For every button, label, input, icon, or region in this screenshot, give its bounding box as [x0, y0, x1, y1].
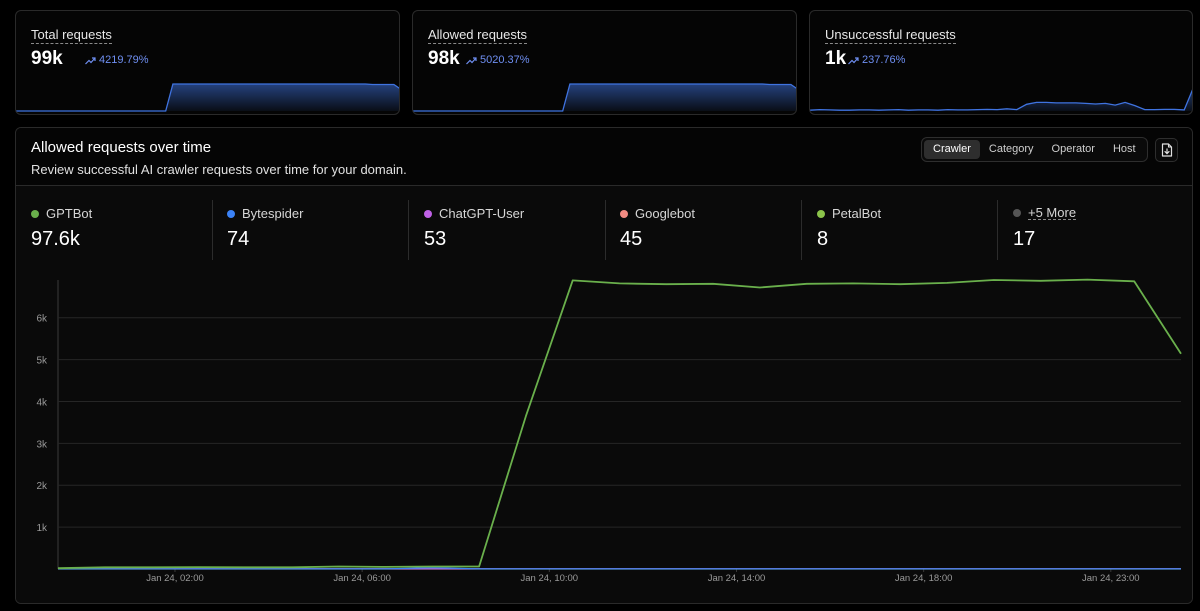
- legend-label: Googlebot: [635, 206, 695, 221]
- unsuccessful-requests-sparkline: [810, 89, 1192, 111]
- legend-divider: [605, 200, 606, 260]
- legend-divider: [408, 200, 409, 260]
- allowed-sparkline-area: [413, 84, 796, 111]
- total-requests-title[interactable]: Total requests: [31, 28, 112, 44]
- total-requests-sparkline: [16, 83, 399, 112]
- legend-value: 45: [620, 228, 643, 250]
- chart-subtitle: Review successful AI crawler requests ov…: [31, 162, 407, 177]
- chart-title: Allowed requests over time: [31, 139, 212, 156]
- x-tick-label: Jan 24, 02:00: [146, 573, 204, 584]
- legend-value: 8: [817, 228, 829, 250]
- legend-dot: [817, 209, 825, 218]
- total-requests-change: 4219.79%: [85, 54, 149, 66]
- legend-divider: [997, 200, 998, 260]
- legend-value: 53: [424, 228, 447, 250]
- legend-label: PetalBot: [832, 206, 882, 221]
- trend-up-icon: [848, 56, 859, 64]
- legend-value: 74: [227, 228, 250, 250]
- legend-label: ChatGPT-User: [439, 206, 525, 221]
- tab-category[interactable]: Category: [980, 140, 1043, 159]
- chart-body: 1k 2k 3k 4k 5k 6k Jan 24, 02:00 Jan 24, 06:00 Ja…: [16, 186, 1192, 603]
- download-file-icon: [1161, 143, 1172, 157]
- legend-value: 17: [1013, 228, 1036, 250]
- trend-up-icon: [85, 56, 96, 64]
- chart-header: Allowed requests over time Review succes…: [16, 128, 1192, 186]
- allowed-requests-over-time-card: Allowed requests over time Review succes…: [15, 127, 1193, 604]
- more-crawlers-link[interactable]: +5 More: [1028, 206, 1077, 220]
- x-tick-label: Jan 24, 10:00: [521, 573, 579, 584]
- total-sparkline-area: [16, 84, 399, 111]
- unsuccessful-sparkline-area: [810, 91, 1192, 111]
- tab-host[interactable]: Host: [1104, 140, 1145, 159]
- legend-label: GPTBot: [46, 206, 93, 221]
- allowed-requests-sparkline: [413, 83, 796, 112]
- download-button[interactable]: [1155, 138, 1178, 162]
- legend-label: Bytespider: [242, 206, 304, 221]
- allowed-requests-title[interactable]: Allowed requests: [428, 28, 527, 44]
- y-tick-label: 4k: [36, 397, 48, 408]
- allowed-requests-change-text: 5020.37%: [480, 54, 530, 66]
- y-tick-label: 1k: [36, 523, 48, 534]
- unsuccessful-requests-card: Unsuccessful requests 1k 237.76%: [809, 10, 1193, 115]
- unsuccessful-requests-title[interactable]: Unsuccessful requests: [825, 28, 956, 44]
- legend-dot: [31, 209, 39, 218]
- y-tick-label: 3k: [36, 439, 48, 450]
- total-requests-card: Total requests 99k 4219.79%: [15, 10, 400, 115]
- allowed-requests-change: 5020.37%: [466, 54, 530, 66]
- legend-dot: [1013, 209, 1021, 217]
- x-tick-label: Jan 24, 06:00: [333, 573, 391, 584]
- unsuccessful-requests-change-text: 237.76%: [862, 54, 906, 66]
- legend-divider: [801, 200, 802, 260]
- x-tick-label: Jan 24, 14:00: [708, 573, 766, 584]
- x-tick-label: Jan 24, 23:00: [1082, 573, 1140, 584]
- unsuccessful-requests-change: 237.76%: [848, 54, 905, 66]
- group-by-segmented-control: Crawler Category Operator Host: [921, 137, 1148, 162]
- legend-dot: [227, 209, 235, 218]
- trend-up-icon: [466, 56, 477, 64]
- legend-dot: [424, 209, 432, 218]
- y-tick-label: 5k: [36, 356, 48, 367]
- tab-crawler[interactable]: Crawler: [924, 140, 980, 159]
- tab-operator[interactable]: Operator: [1043, 140, 1104, 159]
- x-tick-label: Jan 24, 18:00: [895, 573, 953, 584]
- allowed-requests-card: Allowed requests 98k 5020.37%: [412, 10, 797, 115]
- legend-divider: [212, 200, 213, 260]
- total-requests-change-text: 4219.79%: [99, 54, 149, 66]
- y-tick-label: 2k: [36, 481, 48, 492]
- legend-dot: [620, 209, 628, 218]
- series-line-gptbot[interactable]: [57, 278, 1182, 570]
- legend-value: 97.6k: [31, 228, 80, 250]
- y-tick-label: 6k: [36, 314, 48, 325]
